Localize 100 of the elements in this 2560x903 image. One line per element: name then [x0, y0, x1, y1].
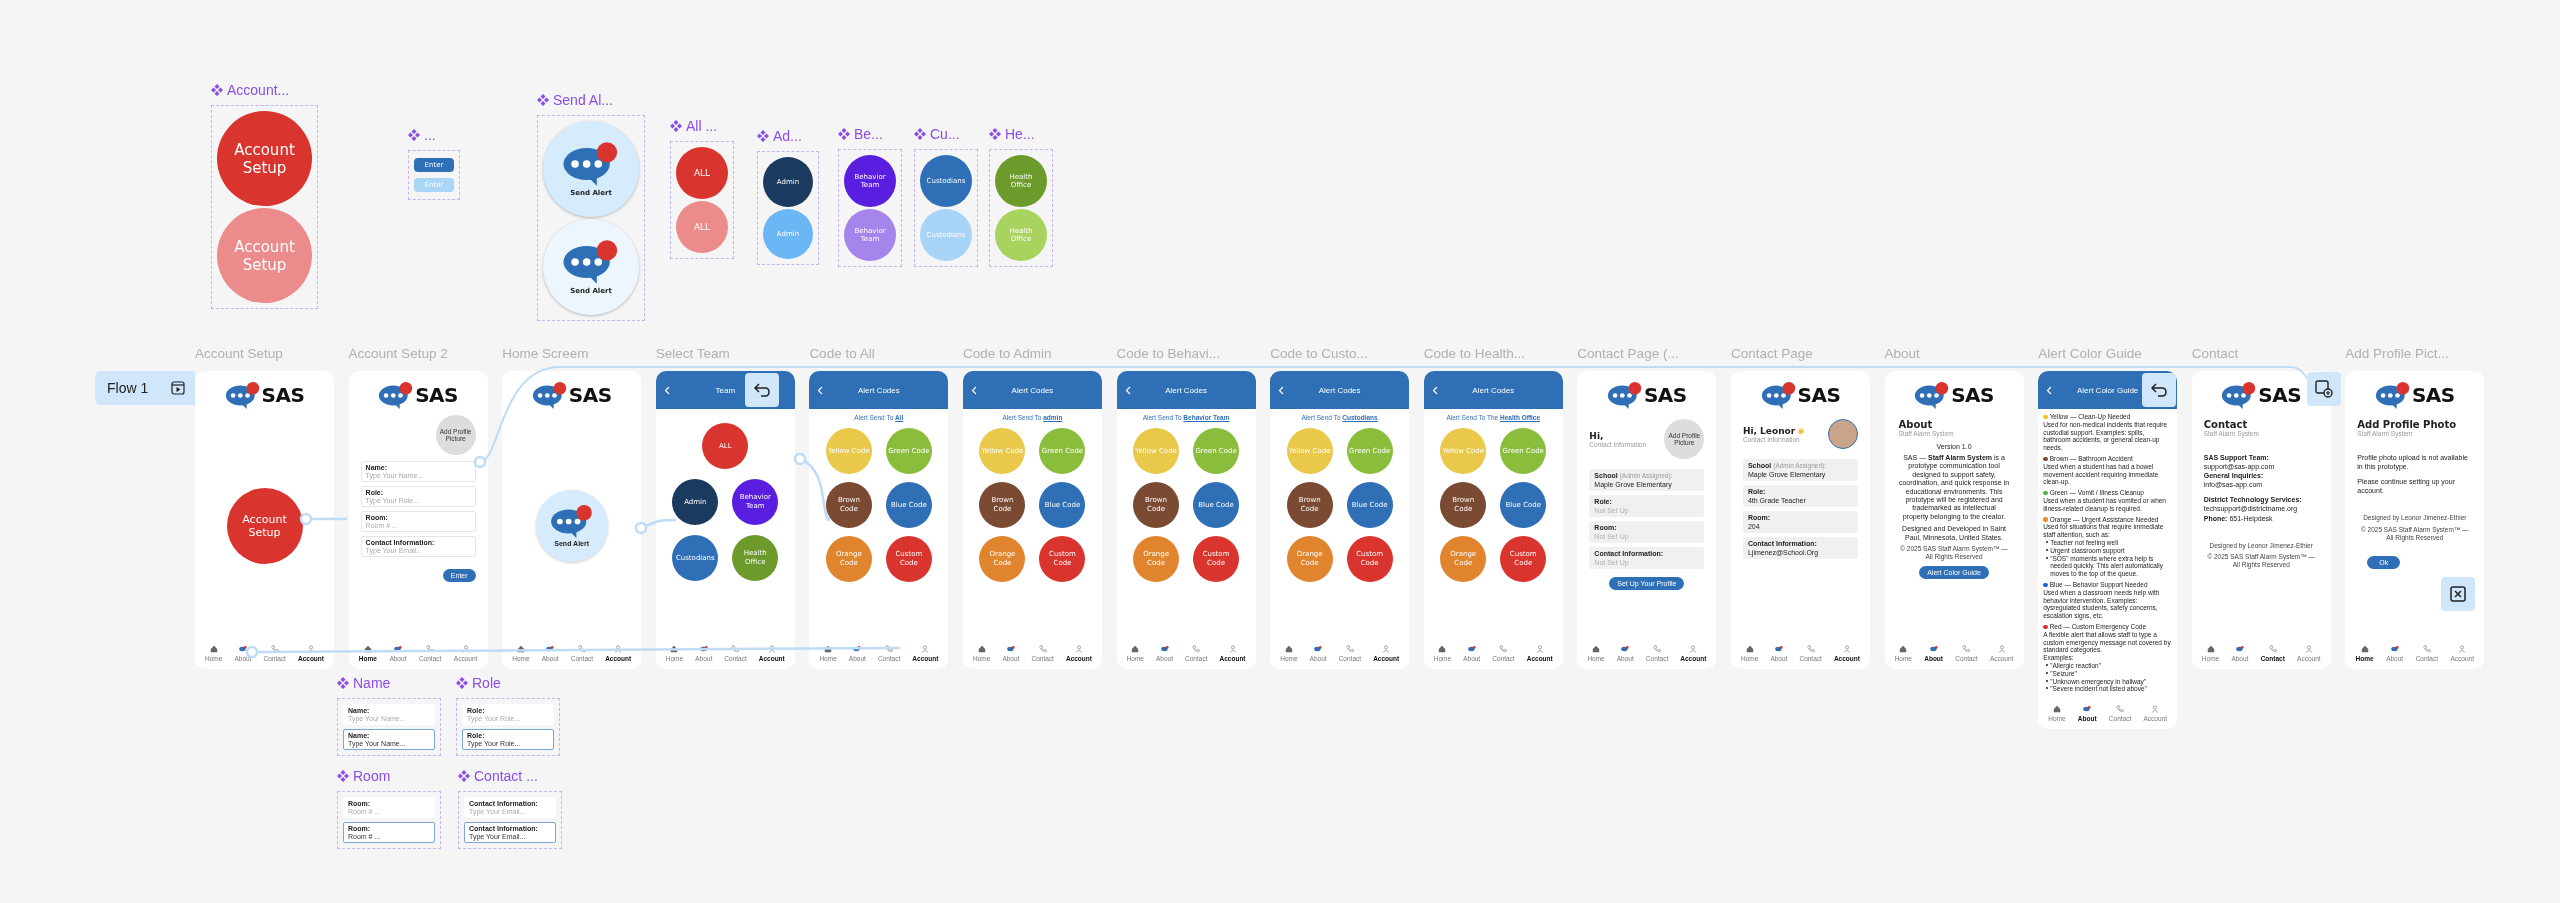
- chat-bubble-icon: [853, 644, 862, 653]
- component-icon: [211, 84, 223, 96]
- component-set-title: All ...: [686, 118, 718, 134]
- component-set-title: Role: [472, 675, 501, 691]
- component-set-title: Send Al...: [553, 92, 613, 108]
- return-arrow-icon: [753, 381, 771, 399]
- greeting-text: Hi,: [1589, 430, 1604, 441]
- frame-title: Code to All: [809, 345, 876, 363]
- component-set-title: Account...: [227, 82, 290, 98]
- phone-icon: [426, 644, 435, 653]
- home-icon: [2360, 644, 2369, 653]
- return-arrow-icon: [2150, 381, 2168, 399]
- close-icon: [2449, 585, 2467, 603]
- header-title: Team: [715, 385, 736, 395]
- chat-bubble-icon: [393, 644, 402, 653]
- page-title: Contact: [2203, 419, 2249, 430]
- frame-title: Code to Behavi...: [1116, 345, 1222, 363]
- back-chevron-icon[interactable]: [1124, 385, 1131, 395]
- chat-bubble-icon: [1006, 644, 1015, 653]
- interaction-badge[interactable]: [2142, 373, 2176, 407]
- back-chevron-icon[interactable]: [663, 385, 670, 395]
- component-icon: [408, 129, 420, 141]
- chat-bubble-icon: [1314, 644, 1323, 653]
- person-icon: [1074, 644, 1083, 653]
- component-icon: [757, 130, 769, 142]
- chat-bubble-icon: [562, 141, 620, 186]
- home-icon: [2206, 644, 2215, 653]
- person-icon: [767, 644, 776, 653]
- back-chevron-icon[interactable]: [1278, 385, 1285, 395]
- person-icon: [1842, 644, 1851, 653]
- frame-title: Code to Health...: [1423, 345, 1527, 363]
- home-icon: [2052, 704, 2061, 713]
- waving-hand-icon: [1797, 426, 1806, 435]
- interaction-badge[interactable]: [2441, 577, 2475, 611]
- frame-title: Account Setup 2: [348, 345, 449, 363]
- component-icon: [337, 677, 349, 689]
- chat-bubble-icon: [2221, 381, 2258, 409]
- back-chevron-icon[interactable]: [970, 385, 977, 395]
- phone-icon: [1499, 644, 1508, 653]
- header-title: Alert Codes: [1165, 385, 1207, 395]
- account-setup-button[interactable]: Account Setup: [226, 488, 303, 564]
- play-icon: [171, 381, 185, 395]
- frame-title: Select Team: [655, 345, 731, 363]
- chat-bubble-icon: [1467, 644, 1476, 653]
- page-title: Add Profile Photo: [2357, 419, 2458, 430]
- component-set-title: Contact ...: [474, 768, 538, 784]
- chat-bubble-icon: [224, 381, 261, 409]
- home-icon: [1131, 644, 1140, 653]
- chat-bubble-icon: [562, 239, 620, 284]
- team-circle-button[interactable]: ALL: [676, 147, 728, 199]
- home-icon: [824, 644, 833, 653]
- person-icon: [921, 644, 930, 653]
- greeting-text: Hi, Leonor: [1742, 425, 1796, 436]
- logo-text: SAS: [2258, 383, 2302, 407]
- chat-bubble-icon: [1914, 381, 1951, 409]
- frame-title: Contact Page: [1730, 345, 1814, 363]
- phone-icon: [1192, 644, 1201, 653]
- frame-title: Code to Admin: [962, 345, 1053, 363]
- logo-text: SAS: [261, 383, 305, 407]
- logo-text: SAS: [2411, 383, 2455, 407]
- flow-start-button[interactable]: Flow 1: [95, 371, 195, 405]
- interaction-badge[interactable]: [745, 373, 779, 407]
- chat-bubble-icon: [2390, 644, 2399, 653]
- logo-text: SAS: [1643, 383, 1687, 407]
- component-set-title: Room: [353, 768, 391, 784]
- component-set-title: Be...: [854, 126, 883, 142]
- component-icon: [989, 128, 1001, 140]
- person-icon: [1228, 644, 1237, 653]
- phone-icon: [731, 644, 740, 653]
- phone-icon: [1653, 644, 1662, 653]
- chat-bubble-icon: [2374, 381, 2411, 409]
- component-icon: [838, 128, 850, 140]
- person-icon: [1689, 644, 1698, 653]
- component-set-title: ...: [424, 127, 436, 143]
- frame-title: Code to Custo...: [1270, 345, 1369, 363]
- component-icon: [670, 120, 682, 132]
- back-chevron-icon[interactable]: [1431, 385, 1438, 395]
- chat-bubble-icon: [1621, 644, 1630, 653]
- phone-icon: [2268, 644, 2277, 653]
- back-chevron-icon[interactable]: [2046, 385, 2053, 395]
- header-title: Alert Codes: [1472, 385, 1515, 395]
- component-icon: [458, 770, 470, 782]
- component-icon: [537, 94, 549, 106]
- frame-title: Account Setup: [195, 345, 284, 363]
- add-overlay-icon: [2315, 380, 2333, 398]
- frame-title: About: [1884, 345, 1921, 363]
- home-icon: [1284, 644, 1293, 653]
- home-icon: [1438, 644, 1447, 653]
- chat-bubble-icon: [238, 644, 247, 653]
- interaction-badge[interactable]: [2307, 372, 2341, 406]
- back-chevron-icon[interactable]: [817, 385, 824, 395]
- logo-text: SAS: [415, 383, 458, 407]
- chat-bubble-icon: [699, 644, 708, 653]
- chat-bubble-icon: [531, 381, 568, 409]
- phone-icon: [1962, 644, 1971, 653]
- home-icon: [670, 644, 679, 653]
- chat-bubble-icon: [1606, 381, 1643, 409]
- team-circle-button[interactable]: Account Setup: [217, 111, 312, 206]
- phone-icon: [1806, 644, 1815, 653]
- header-title: Alert Codes: [1318, 385, 1361, 395]
